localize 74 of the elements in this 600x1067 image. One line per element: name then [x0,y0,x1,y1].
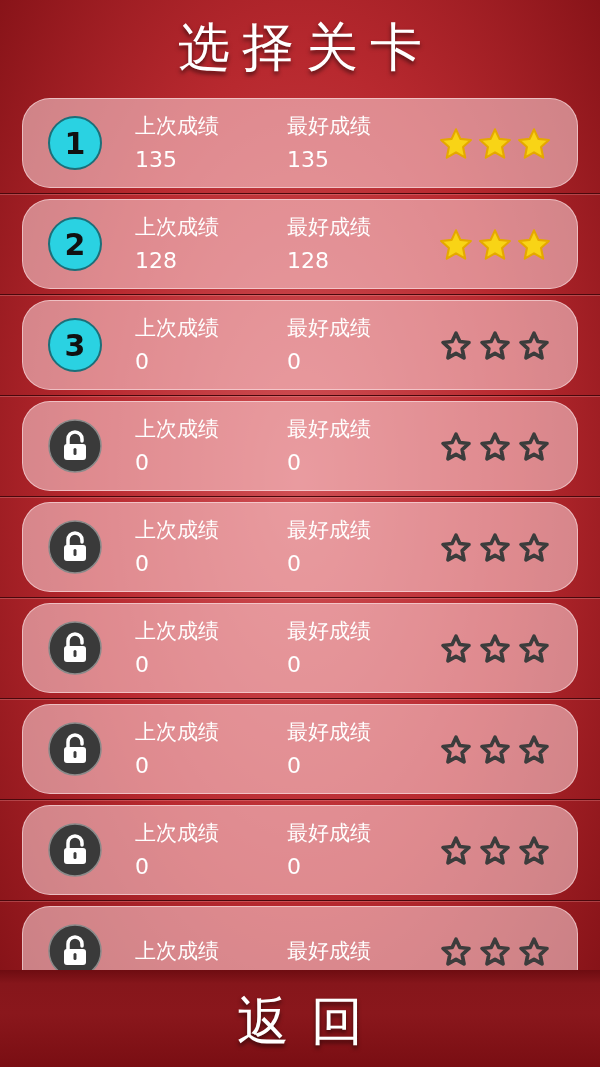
level-card[interactable]: 上次成绩 0 最好成绩 0 [22,603,578,693]
best-score-value: 0 [287,348,301,376]
last-score-label: 上次成绩 [135,820,219,847]
last-score-value: 0 [135,651,149,679]
best-score-label: 最好成绩 [287,719,371,746]
level-card[interactable]: 2 上次成绩 128 最好成绩 128 [22,199,578,289]
star-icon [517,530,551,564]
best-score-label: 最好成绩 [287,820,371,847]
level-card[interactable]: 上次成绩 0 最好成绩 0 [22,401,578,491]
best-score-label: 最好成绩 [287,937,371,965]
best-score-label: 最好成绩 [287,214,371,241]
last-score-label: 上次成绩 [135,416,219,443]
last-score-label: 上次成绩 [135,113,219,140]
star-icon [517,227,551,261]
star-icon [478,631,512,665]
last-score-value: 135 [135,146,177,174]
star-icon [478,126,512,160]
best-score-value: 0 [287,651,301,679]
level-card[interactable]: 1 上次成绩 135 最好成绩 135 [22,98,578,188]
level-number-badge: 2 [48,217,102,271]
level-card[interactable]: 3 上次成绩 0 最好成绩 0 [22,300,578,390]
best-score-value: 128 [287,247,329,275]
star-icon [478,833,512,867]
star-icon [439,530,473,564]
last-score-value: 0 [135,752,149,780]
star-icon [478,530,512,564]
star-icon [439,328,473,362]
last-score-label: 上次成绩 [135,214,219,241]
level-card[interactable]: 上次成绩 0 最好成绩 0 [22,704,578,794]
level-number-badge: 1 [48,116,102,170]
star-icon [439,126,473,160]
star-icon [439,429,473,463]
best-score-value: 0 [287,449,301,477]
best-score-value: 0 [287,752,301,780]
star-icon [439,227,473,261]
best-score-label: 最好成绩 [287,416,371,443]
last-score-value: 0 [135,449,149,477]
star-icon [517,631,551,665]
star-icon [478,732,512,766]
best-score-value: 0 [287,853,301,881]
star-icon [517,328,551,362]
best-score-label: 最好成绩 [287,618,371,645]
best-score-value: 0 [287,550,301,578]
star-icon [439,934,473,968]
last-score-label: 上次成绩 [135,937,219,965]
level-card[interactable]: 上次成绩 0 最好成绩 0 [22,502,578,592]
star-icon [439,833,473,867]
last-score-label: 上次成绩 [135,618,219,645]
star-icon [439,732,473,766]
last-score-value: 0 [135,853,149,881]
star-icon [517,934,551,968]
last-score-label: 上次成绩 [135,517,219,544]
back-button[interactable]: 返回 [215,987,385,1054]
star-icon [517,833,551,867]
screen-title: 选择关卡 [177,15,434,79]
last-score-value: 0 [135,348,149,376]
best-score-label: 最好成绩 [287,113,371,140]
star-icon [478,227,512,261]
star-icon [439,631,473,665]
last-score-value: 0 [135,550,149,578]
star-icon [478,934,512,968]
best-score-label: 最好成绩 [287,315,371,342]
last-score-label: 上次成绩 [135,315,219,342]
star-icon [478,328,512,362]
star-icon [517,126,551,160]
best-score-value: 135 [287,146,329,174]
star-icon [478,429,512,463]
level-card[interactable]: 上次成绩 0 最好成绩 0 [22,805,578,895]
star-icon [517,732,551,766]
level-number-badge: 3 [48,318,102,372]
star-icon [517,429,551,463]
last-score-value: 128 [135,247,177,275]
best-score-label: 最好成绩 [287,517,371,544]
last-score-label: 上次成绩 [135,719,219,746]
